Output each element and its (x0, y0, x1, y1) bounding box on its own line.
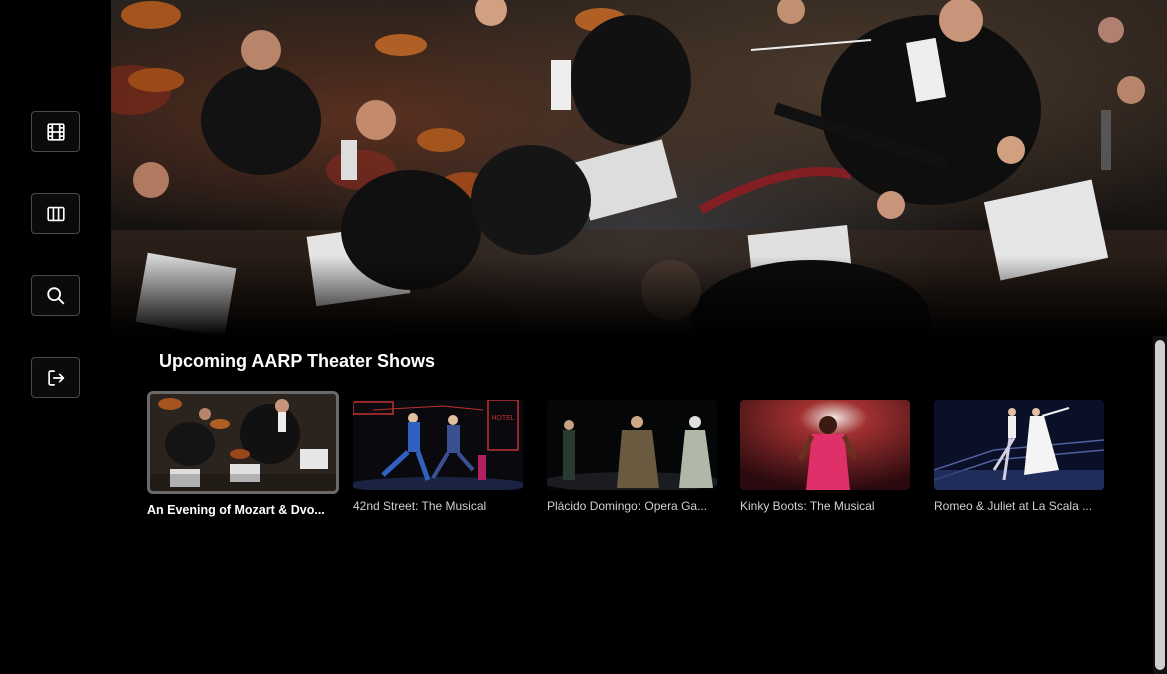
sidebar (0, 0, 111, 674)
show-card-kinky-boots[interactable]: Kinky Boots: The Musical (740, 400, 910, 513)
film-icon (46, 122, 65, 141)
show-thumbnail (147, 391, 339, 494)
hero-image (111, 0, 1167, 336)
show-card-romeo-juliet[interactable]: Romeo & Juliet at La Scala ... (934, 400, 1104, 513)
sidebar-item-library[interactable] (31, 193, 80, 234)
show-thumbnail (740, 400, 910, 490)
show-thumbnail (934, 400, 1104, 490)
show-title: 42nd Street: The Musical (353, 499, 487, 513)
show-thumbnail (547, 400, 717, 490)
section-title: Upcoming AARP Theater Shows (159, 351, 436, 371)
show-title: Plácido Domingo: Opera Ga... (547, 499, 708, 513)
logout-icon (47, 369, 64, 386)
show-title: An Evening of Mozart & Dvo... (147, 503, 325, 517)
sidebar-item-logout[interactable] (31, 357, 80, 398)
hero-fade (111, 256, 1167, 336)
show-title: Romeo & Juliet at La Scala ... (934, 499, 1093, 513)
sidebar-item-movies[interactable] (31, 111, 80, 152)
show-card-42nd-street[interactable]: HOTEL 42nd Street: The Musical (353, 400, 523, 513)
show-card-mozart[interactable]: An Evening of Mozart & Dvo... (147, 391, 339, 517)
show-title: Kinky Boots: The Musical (740, 499, 875, 513)
svg-text:HOTEL: HOTEL (491, 415, 514, 422)
show-thumbnail: HOTEL (353, 400, 523, 490)
show-card-placido-domingo[interactable]: Plácido Domingo: Opera Ga... (547, 400, 717, 513)
scrollbar-thumb[interactable] (1155, 340, 1165, 670)
sidebar-item-search[interactable] (31, 275, 80, 316)
columns-icon (46, 206, 65, 221)
search-icon (46, 286, 64, 304)
